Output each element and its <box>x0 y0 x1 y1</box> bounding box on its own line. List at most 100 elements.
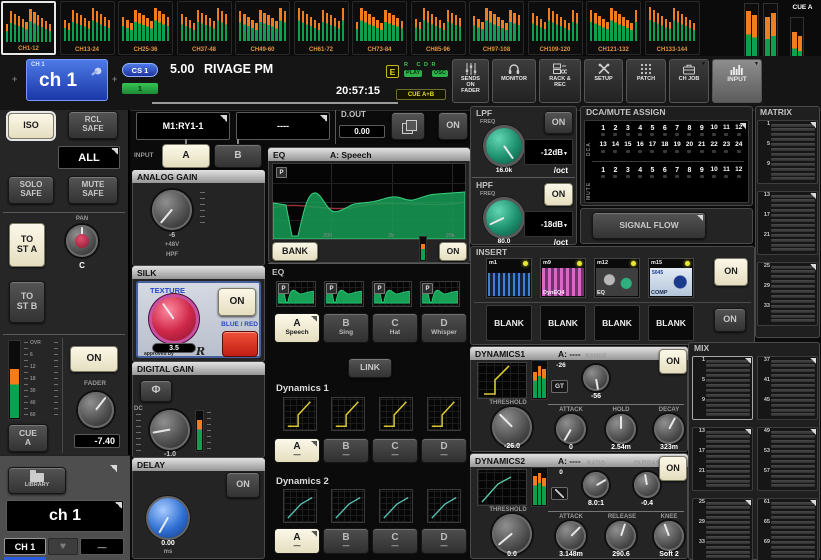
recall-safe-scope-display[interactable]: ALL <box>58 146 120 169</box>
hpf-freq-knob[interactable] <box>486 200 522 236</box>
next-channel-button[interactable]: + <box>112 74 117 84</box>
assign-cell[interactable]: 16 <box>634 142 646 153</box>
eq-bank-c-button[interactable]: CHat <box>372 313 418 343</box>
toolbar-patch-button[interactable]: PATCH <box>626 59 666 103</box>
assign-cell[interactable]: 9 <box>696 167 708 178</box>
assign-cell[interactable]: 24 <box>733 142 745 153</box>
assign-cell[interactable]: 20 <box>683 142 695 153</box>
fader-knob[interactable] <box>78 392 114 428</box>
lpf-slope-selector[interactable]: -12dB▼ /oct <box>524 139 573 165</box>
prev-channel-button[interactable]: + <box>12 74 17 84</box>
selected-channel-box[interactable]: CH 1 ch 1 <box>26 59 108 101</box>
input-b-button[interactable]: B <box>214 144 262 168</box>
dynamics1-threshold-knob[interactable] <box>492 407 532 447</box>
delay-knob[interactable] <box>148 498 188 538</box>
dynamics1-hold-knob[interactable] <box>606 414 636 444</box>
send-group[interactable]: 159 <box>692 356 753 420</box>
meter-block[interactable]: CH85-96 <box>411 1 466 55</box>
lpf-on-button[interactable]: ON <box>544 111 573 134</box>
dynamics2-bank-b-button[interactable]: B— <box>323 528 369 554</box>
send-group[interactable]: 616569 <box>757 498 818 560</box>
assign-cell[interactable]: 18 <box>659 142 671 153</box>
meter-block[interactable]: CH49-60 <box>235 1 290 55</box>
assign-cell[interactable]: 9 <box>696 125 708 136</box>
insert-slot-m15[interactable]: m15 5045 COMP <box>648 258 694 298</box>
meter-block[interactable]: CH13-24 <box>60 1 115 55</box>
assign-cell[interactable]: 15 <box>622 142 634 153</box>
dynamics2-bank-c-button[interactable]: C— <box>372 528 418 554</box>
to-st-b-button[interactable]: TO ST B <box>9 281 45 323</box>
heart-icon[interactable]: ♥ <box>48 538 78 555</box>
toolbar-setup-button[interactable]: SETUP <box>584 59 623 103</box>
recall-safe-button[interactable]: RCL SAFE <box>68 111 118 139</box>
eq-bank-b-button[interactable]: BSing <box>323 313 369 343</box>
direct-out-point-button[interactable] <box>391 112 425 140</box>
dynamics1-bank-b-button[interactable]: B— <box>323 438 369 463</box>
assign-cell[interactable]: 21 <box>696 142 708 153</box>
meter-block[interactable]: CH25-36 <box>118 1 173 55</box>
assign-cell[interactable]: 17 <box>646 142 658 153</box>
send-group[interactable]: 159 <box>757 120 818 184</box>
assign-cell[interactable]: 2 <box>609 167 621 178</box>
assign-cell[interactable]: 14 <box>609 142 621 153</box>
assign-cell[interactable]: 5 <box>646 167 658 178</box>
dynamics2-knee-knob[interactable] <box>654 521 684 551</box>
dynamics1-on-button[interactable]: ON <box>659 349 687 374</box>
meter-block[interactable]: CH37-48 <box>177 1 232 55</box>
cue-a-button[interactable]: CUE A <box>8 424 48 452</box>
assign-cell[interactable]: 3 <box>622 125 634 136</box>
send-group[interactable]: 495357 <box>757 427 818 491</box>
toolbar-input-button[interactable]: INPUT <box>712 59 762 103</box>
eq-bank-a-button[interactable]: ASpeech <box>274 313 320 343</box>
insert-blank-slot[interactable]: BLANK <box>648 305 694 341</box>
dynamics1-attack-knob[interactable] <box>556 414 586 444</box>
dynamics2-attack-knob[interactable] <box>556 521 586 551</box>
dynamics1-range-knob[interactable] <box>583 365 609 391</box>
assign-cell[interactable]: 2 <box>609 125 621 136</box>
meter-block[interactable]: CH97-108 <box>469 1 524 55</box>
insert-slot-m9[interactable]: m9 DynEQ4 <box>540 258 586 298</box>
assign-cell[interactable]: 6 <box>659 167 671 178</box>
assign-cell[interactable]: 1 <box>597 125 609 136</box>
dynamics1-decay-knob[interactable] <box>654 414 684 444</box>
hpf-slope-selector[interactable]: -18dB▼ /oct <box>524 211 573 237</box>
iso-button[interactable]: ISO <box>8 113 54 139</box>
dynamics2-bank-a-button[interactable]: A— <box>274 528 320 554</box>
assign-cell[interactable]: 22 <box>708 142 720 153</box>
assign-cell[interactable]: 12 <box>733 125 745 136</box>
send-group[interactable]: 252933 <box>757 262 818 326</box>
dynamics2-threshold-knob[interactable] <box>492 514 532 554</box>
delay-on-button[interactable]: ON <box>226 472 260 498</box>
meter-block[interactable]: CH73-84 <box>352 1 407 55</box>
assign-cell[interactable]: 8 <box>683 125 695 136</box>
insert-slot-m1[interactable]: m1 <box>486 258 532 298</box>
input-patch-display[interactable]: M1:RY1-1 <box>136 112 230 140</box>
silk-on-button[interactable]: ON <box>218 288 256 316</box>
lpf-freq-knob[interactable] <box>486 128 522 164</box>
dynamics2-outgain-knob[interactable] <box>634 472 660 498</box>
assign-cell[interactable]: 4 <box>634 167 646 178</box>
assign-cell[interactable]: 1 <box>597 167 609 178</box>
assign-cell[interactable]: 23 <box>720 142 732 153</box>
assign-cell[interactable]: 6 <box>659 125 671 136</box>
meter-block[interactable]: CH61-72 <box>294 1 349 55</box>
toolbar-rack-rec-button[interactable]: RACK & REC <box>539 59 581 103</box>
assign-cell[interactable]: 5 <box>646 125 658 136</box>
silk-blue-red-button[interactable] <box>222 331 258 357</box>
dynamics1-bank-d-button[interactable]: D— <box>421 438 467 463</box>
meter-block[interactable]: CH109-120 <box>528 1 583 55</box>
eq-on-button[interactable]: ON <box>439 242 467 261</box>
send-group[interactable]: 374145 <box>757 356 818 420</box>
eq-bank-d-button[interactable]: DWhisper <box>421 313 467 343</box>
digital-gain-knob[interactable] <box>150 410 190 450</box>
mute-safe-button[interactable]: MUTE SAFE <box>68 176 118 204</box>
dynamics2-release-knob[interactable] <box>606 521 636 551</box>
signal-flow-button[interactable]: SIGNAL FLOW <box>592 212 706 239</box>
assign-cell[interactable]: 8 <box>683 167 695 178</box>
assign-cell[interactable]: 7 <box>671 167 683 178</box>
dynamics2-on-button[interactable]: ON <box>659 456 687 481</box>
direct-out-level-display[interactable]: 0.00 <box>339 125 385 138</box>
meter-block[interactable]: CH133-144 <box>645 1 700 55</box>
silk-texture-knob[interactable] <box>152 297 196 341</box>
insert-2-on-button[interactable]: ON <box>714 308 746 332</box>
